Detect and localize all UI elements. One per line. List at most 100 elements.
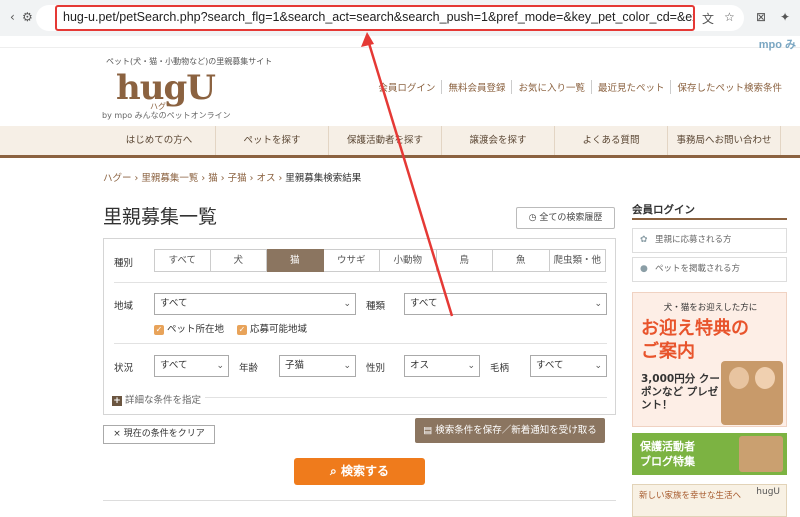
extension-puzzle-icon[interactable]: ✦ xyxy=(780,10,790,24)
breadcrumb-current: 里親募集検索結果 xyxy=(285,173,362,184)
nav-contact[interactable]: 事務局へお問い合わせ xyxy=(668,126,781,155)
breed-label: 種類 xyxy=(366,301,386,312)
chevron-down-icon: ⌄ xyxy=(467,361,475,371)
bookmark-star-icon[interactable]: ☆ xyxy=(724,10,735,24)
coat-select-value: すべて xyxy=(536,360,564,371)
type-label: 種別 xyxy=(114,258,134,269)
region-label: 地域 xyxy=(114,301,134,312)
header-link-favorites[interactable]: お気に入り一覧 xyxy=(511,80,591,94)
type-option-reptile[interactable]: 爬虫類・他 xyxy=(549,249,606,272)
nav-faq[interactable]: よくある質問 xyxy=(555,126,668,155)
apply-region-checkbox[interactable]: ✓ 応募可能地域 xyxy=(237,321,307,335)
family-banner[interactable]: 新しい家族を幸せな生活へ hugU xyxy=(632,484,787,517)
breadcrumb-item[interactable]: ハグー xyxy=(103,173,132,184)
age-select-value: 子猫 xyxy=(285,360,305,371)
breadcrumb: ハグー › 里親募集一覧 › 猫 › 子猫 › オス › 里親募集検索結果 xyxy=(103,173,362,184)
page-title: 里親募集一覧 xyxy=(103,206,218,228)
nav-first-time[interactable]: はじめての方へ xyxy=(103,126,216,155)
global-nav: はじめての方へ ペットを探す 保護活動者を探す 譲渡会を探す よくある質問 事務… xyxy=(0,126,800,158)
chevron-down-icon: ⌄ xyxy=(343,299,351,309)
sex-select-value: オス xyxy=(410,360,430,371)
header-link-saved-search[interactable]: 保存したペット検索条件 xyxy=(670,80,788,94)
site-header: ペット(犬・猫・小動物など)の里親募集サイト hugU ハグー by mpo み… xyxy=(0,48,800,126)
search-button-label: 検索する xyxy=(340,464,389,478)
breed-select[interactable]: すべて ⌄ xyxy=(404,293,607,315)
clock-icon: ◷ xyxy=(528,213,537,223)
sex-label: 性別 xyxy=(366,363,386,374)
age-label: 年齢 xyxy=(239,363,259,374)
promo-headline-2: ご案内 xyxy=(641,341,695,362)
chevron-down-icon: ⌄ xyxy=(594,361,602,371)
promo-headline: お迎え特典の ご案内 xyxy=(641,317,749,363)
breadcrumb-item[interactable]: オス xyxy=(256,173,275,184)
translate-icon[interactable]: 文 xyxy=(702,10,714,27)
status-select[interactable]: すべて ⌄ xyxy=(154,355,229,377)
type-option-all[interactable]: すべて xyxy=(154,249,211,272)
breadcrumb-item[interactable]: 猫 xyxy=(208,173,218,184)
search-icon: ⌕ xyxy=(330,464,337,478)
sidebar-rule xyxy=(632,218,787,220)
search-history-button[interactable]: ◷ 全ての検索履歴 xyxy=(516,207,615,229)
sidebar-title: 会員ログイン xyxy=(632,204,695,216)
header-link-login[interactable]: 会員ログイン xyxy=(372,80,441,94)
age-select[interactable]: 子猫 ⌄ xyxy=(279,355,356,377)
chevron-down-icon: ⌄ xyxy=(216,361,224,371)
nav-find-rescuer[interactable]: 保護活動者を探す xyxy=(329,126,442,155)
sidebar-link-poster-label: ペットを掲載される方 xyxy=(655,264,741,274)
save-search-label: 検索条件を保存／新着通知を受け取る xyxy=(435,425,597,436)
extension-icon[interactable]: ⊠ xyxy=(756,10,766,24)
clear-conditions-button[interactable]: × 現在の条件をクリア xyxy=(103,425,215,444)
nav-adoption-events[interactable]: 譲渡会を探す xyxy=(442,126,555,155)
promo-lead: 犬・猫をお迎えした方に xyxy=(663,303,758,313)
divider xyxy=(114,343,607,344)
sidebar-link-poster[interactable]: ● ペットを掲載される方 xyxy=(632,257,787,282)
family-banner-text: 新しい家族を幸せな生活へ xyxy=(639,491,742,501)
rescuer-blog-banner[interactable]: 保護活動者 ブログ特集 xyxy=(632,433,787,475)
nav-find-pet[interactable]: ペットを探す xyxy=(216,126,329,155)
back-icon[interactable]: ‹ xyxy=(10,10,15,24)
search-panel: 種別 すべて 犬 猫 ウサギ 小動物 鳥 魚 爬虫類・他 地域 すべて ⌄ 種類… xyxy=(103,238,616,415)
sidebar-link-adopter[interactable]: ✿ 里親に応募される方 xyxy=(632,228,787,253)
browser-toolbar: ‹ ⚙ hug-u.pet/petSearch.php?search_flg=1… xyxy=(0,0,800,36)
breadcrumb-item[interactable]: 子猫 xyxy=(228,173,247,184)
promo-headline-1: お迎え特典の xyxy=(641,318,749,339)
coat-label: 毛柄 xyxy=(490,363,510,374)
region-select-value: すべて xyxy=(160,298,188,309)
type-option-fish[interactable]: 魚 xyxy=(493,249,550,272)
status-label: 状況 xyxy=(114,363,134,374)
header-link-register[interactable]: 無料会員登録 xyxy=(441,80,511,94)
site-info-icon[interactable]: ⚙ xyxy=(22,10,33,24)
bookmarks-bar xyxy=(0,36,800,48)
pet-location-label: ペット所在地 xyxy=(167,324,225,335)
type-option-small-animal[interactable]: 小動物 xyxy=(380,249,437,272)
pet-location-checkbox[interactable]: ✓ ペット所在地 xyxy=(154,321,224,335)
more-conditions-toggle[interactable]: + 詳細な条件を指定 xyxy=(112,392,206,406)
divider xyxy=(114,282,607,283)
search-button[interactable]: ⌕ 検索する xyxy=(294,458,425,485)
type-option-bird[interactable]: 鳥 xyxy=(436,249,493,272)
status-select-value: すべて xyxy=(160,360,188,371)
header-link-recent[interactable]: 最近見たペット xyxy=(590,80,671,94)
address-bar-url[interactable]: hug-u.pet/petSearch.php?search_flg=1&sea… xyxy=(55,5,695,31)
search-history-label: 全ての検索履歴 xyxy=(539,213,603,223)
divider xyxy=(103,500,616,501)
coat-select[interactable]: すべて ⌄ xyxy=(530,355,607,377)
promo-photo xyxy=(721,361,783,425)
save-search-button[interactable]: ▤ 検索条件を保存／新着通知を受け取る xyxy=(415,418,605,443)
type-option-rabbit[interactable]: ウサギ xyxy=(323,249,380,272)
sex-select[interactable]: オス ⌄ xyxy=(404,355,480,377)
chevron-down-icon: ⌄ xyxy=(343,361,351,371)
site-byline: by mpo みんなのペットオンライン xyxy=(102,111,231,120)
type-segmented-control: すべて 犬 猫 ウサギ 小動物 鳥 魚 爬虫類・他 xyxy=(154,249,606,272)
document-icon: ▤ xyxy=(423,425,433,436)
promo-coupon: 3,000円分 クーポンなど プレゼント！ xyxy=(641,373,720,411)
welcome-gift-banner[interactable]: 犬・猫をお迎えした方に お迎え特典の ご案内 3,000円分 クーポンなど プレ… xyxy=(632,292,787,427)
type-option-dog[interactable]: 犬 xyxy=(210,249,267,272)
region-select[interactable]: すべて ⌄ xyxy=(154,293,356,315)
checkmark-icon: ✓ xyxy=(154,325,164,335)
type-option-cat[interactable]: 猫 xyxy=(267,249,324,272)
plus-icon: + xyxy=(112,396,122,406)
apply-region-label: 応募可能地域 xyxy=(250,324,308,335)
user-icon: ● xyxy=(640,264,648,274)
breadcrumb-item[interactable]: 里親募集一覧 xyxy=(141,173,198,184)
